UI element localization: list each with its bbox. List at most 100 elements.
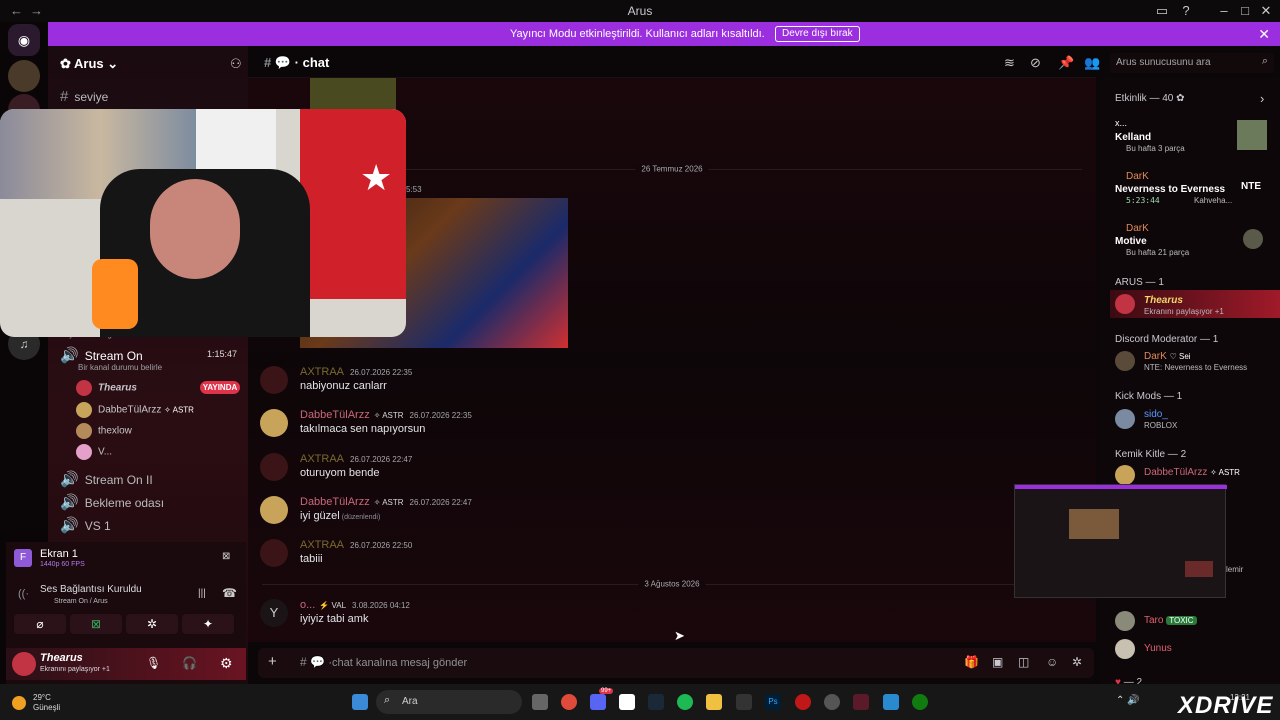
server-icon[interactable] [8, 60, 40, 92]
start-icon[interactable] [352, 694, 368, 710]
weather-widget[interactable]: 29°C Güneşli [33, 693, 60, 713]
member-name[interactable]: Yunus [1144, 643, 1172, 654]
threads-icon[interactable]: ≋ [1004, 55, 1015, 71]
channel-stream-on-ii[interactable]: 🔊 Stream On II [60, 470, 153, 488]
microphone-icon[interactable]: 🎙 [146, 656, 161, 670]
epic-games-icon[interactable] [736, 694, 752, 710]
chevron-right-icon[interactable]: › [1260, 91, 1264, 106]
discord-home-icon[interactable]: ◉ [8, 24, 40, 56]
member-name-partial[interactable]: lemir [1226, 565, 1243, 574]
message-input[interactable]: chat kanalına mesaj gönder [332, 657, 467, 669]
channel-status-setter[interactable]: Bir kanal durumu belirle [78, 363, 162, 372]
voice-status[interactable]: Ses Bağlantısı Kuruldu [40, 584, 142, 595]
channel-stream-on[interactable]: 🔊 Stream On [60, 346, 143, 364]
emoji-icon[interactable]: ☺ [1046, 655, 1058, 669]
soundboard-icon[interactable]: ||| [198, 588, 206, 599]
avatar[interactable] [1115, 465, 1135, 485]
discord-icon[interactable] [590, 694, 606, 710]
avatar[interactable] [1115, 294, 1135, 314]
member-list-icon[interactable]: 👥 [1084, 55, 1100, 71]
avatar[interactable] [260, 366, 288, 394]
avatar[interactable] [1115, 351, 1135, 371]
app-icon[interactable] [853, 694, 869, 710]
close-icon[interactable]: ✕ [1258, 26, 1270, 43]
avatar[interactable] [1115, 611, 1135, 631]
message-author[interactable]: AXTRAA 26.07.2026 22:50 [300, 539, 412, 551]
xbox-icon[interactable] [912, 694, 928, 710]
maximize-button[interactable]: □ [1235, 3, 1255, 18]
member-name[interactable]: Taro TOXIC [1144, 615, 1197, 626]
activities-icon[interactable]: ✲ [126, 614, 178, 634]
signal-icon[interactable]: ((· [18, 588, 29, 600]
mute-bell-icon[interactable]: ⊘ [1030, 55, 1041, 71]
channel-bekleme-odasi[interactable]: 🔊 Bekleme odası [60, 493, 164, 511]
voice-user[interactable]: DabbeTülArzz ✧ ASTR [76, 402, 194, 418]
add-attachment-icon[interactable]: + [268, 653, 277, 670]
help-icon[interactable]: ? [1176, 3, 1196, 18]
activity-game[interactable]: Motive [1115, 236, 1147, 247]
voice-user[interactable]: V... [76, 444, 112, 460]
avatar[interactable] [260, 539, 288, 567]
member-name[interactable]: sido_ [1144, 409, 1168, 420]
activity-game[interactable]: Kelland [1115, 132, 1151, 143]
avatar[interactable] [1115, 639, 1135, 659]
message-author[interactable]: DabbeTülArzz ✧ ASTR 26.07.2026 22:35 [300, 409, 472, 421]
avatar[interactable] [260, 496, 288, 524]
apps-icon[interactable]: ✲ [1072, 655, 1082, 669]
file-explorer-icon[interactable] [706, 694, 722, 710]
member-name[interactable]: Thearus [1144, 295, 1183, 306]
sticker-icon[interactable]: ◫ [1018, 655, 1029, 669]
settings-gear-icon[interactable]: ⚙ [220, 655, 233, 672]
chrome-icon[interactable] [561, 694, 577, 710]
steam-icon[interactable] [648, 694, 664, 710]
pin-icon[interactable]: 📌 [1058, 55, 1074, 71]
channel-vs-1[interactable]: 🔊 VS 1 [60, 516, 111, 534]
add-member-icon[interactable]: ⚇ [230, 56, 242, 72]
avatar[interactable]: Y [260, 599, 288, 627]
member-name[interactable]: DarK ♡ Sei [1144, 351, 1191, 362]
disable-streamer-mode-button[interactable]: Devre dışı bırak [775, 26, 860, 42]
server-name[interactable]: ✿ Arus ⌄ [60, 56, 118, 72]
message-author[interactable]: AXTRAA 26.07.2026 22:47 [300, 453, 412, 465]
gift-icon[interactable]: 🎁 [964, 655, 979, 669]
close-window-button[interactable]: ✕ [1256, 3, 1276, 19]
gif-icon[interactable]: ▣ [992, 655, 1003, 669]
avatar[interactable] [1115, 409, 1135, 429]
app-icon[interactable] [824, 694, 840, 710]
username[interactable]: Thearus [40, 652, 83, 664]
speaker-icon: 🔊 [60, 347, 79, 364]
stop-stream-icon[interactable]: ⊠ [222, 551, 230, 562]
effects-icon[interactable]: ✦ [182, 614, 234, 634]
member-name[interactable]: DabbeTülArzz ✧ ASTR [1144, 467, 1240, 478]
share-screen-icon[interactable]: ⊠ [70, 614, 122, 634]
task-view-icon[interactable] [532, 694, 548, 710]
activity-header[interactable]: Etkinlik — 40 ✿ [1115, 93, 1185, 104]
message-author[interactable]: AXTRAA 26.07.2026 22:35 [300, 366, 412, 378]
obs-icon[interactable] [795, 694, 811, 710]
message-author[interactable]: o... ⚡ VAL 3.08.2026 04:12 [300, 599, 410, 611]
headphones-icon[interactable]: 🎧 [182, 656, 197, 670]
voice-user[interactable]: thexlow [76, 423, 132, 439]
voice-user[interactable]: Thearus [76, 380, 137, 396]
photos-icon[interactable] [883, 694, 899, 710]
avatar[interactable] [12, 652, 36, 676]
photoshop-icon[interactable]: Ps [765, 694, 781, 710]
avatar[interactable] [260, 409, 288, 437]
inbox-icon[interactable]: ▭ [1152, 3, 1172, 19]
disconnect-icon[interactable]: ☎ [222, 586, 237, 600]
camera-off-icon[interactable]: ⌀ [14, 614, 66, 634]
channel-seviye[interactable]: # seviye [60, 88, 108, 105]
activity-user[interactable]: x... [1115, 118, 1127, 128]
minimize-button[interactable]: – [1214, 3, 1234, 18]
capcut-icon[interactable] [619, 694, 635, 710]
activity-game[interactable]: Neverness to Everness [1115, 184, 1225, 195]
message-author[interactable]: DabbeTülArzz ✧ ASTR 26.07.2026 22:47 [300, 496, 472, 508]
spotify-icon[interactable] [677, 694, 693, 710]
activity-user[interactable]: DarK [1126, 171, 1149, 182]
member-group-title: Discord Moderator — 1 [1115, 334, 1219, 345]
search-input[interactable]: Arus sunucusunu ara ⌕ [1110, 53, 1274, 73]
system-tray-icons[interactable]: ⌃ 🔊 [1116, 695, 1140, 706]
avatar[interactable] [260, 453, 288, 481]
activity-user[interactable]: DarK [1126, 223, 1149, 234]
taskbar-search[interactable]: ⌕ Ara [376, 690, 522, 714]
